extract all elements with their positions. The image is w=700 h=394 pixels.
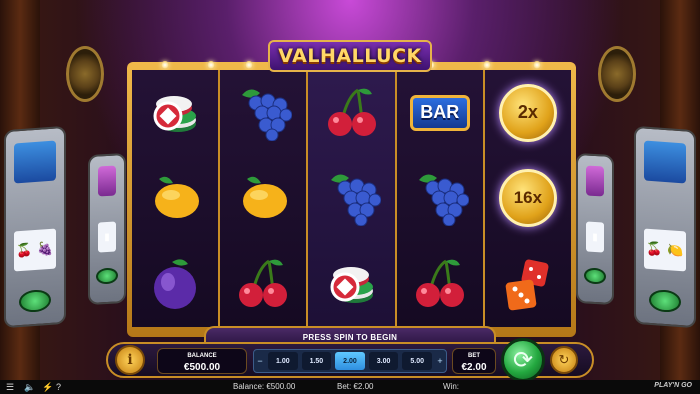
- dice-symbol: [497, 253, 559, 315]
- multiplier-16x-label: 16x: [498, 169, 557, 228]
- bet-option[interactable]: 1.00: [268, 352, 298, 370]
- multiplier-2x-label: 2x: [498, 83, 557, 142]
- game-logo: VALHALLUCK: [268, 40, 432, 72]
- grapes-symbol: [409, 167, 471, 229]
- reel-2: [220, 70, 309, 327]
- bet-option[interactable]: 5.00: [402, 352, 432, 370]
- bet-increase-button[interactable]: +: [434, 350, 446, 372]
- game-scene: 🍒 🍇 ▮ 🍒 🍋 ▮ BAR 2x 16x VALHALLUCK PRESS …: [0, 0, 700, 394]
- side-machine-right-far: ▮: [576, 153, 614, 305]
- spin-button[interactable]: ⟳: [501, 338, 545, 382]
- right-speaker: [598, 46, 636, 102]
- left-speaker: [66, 46, 104, 102]
- bet-value: €2.00: [461, 362, 487, 373]
- status-win: Win:: [443, 382, 459, 391]
- bet-option[interactable]: 3.00: [368, 352, 399, 370]
- spin-arrows-icon: ⟳: [512, 346, 534, 374]
- autoplay-icon: ↻: [558, 352, 570, 367]
- side-machine-left-near: 🍒 🍇: [4, 125, 66, 329]
- reel-5: 2x 16x: [484, 70, 572, 327]
- cherries-symbol: [232, 253, 294, 315]
- menu-icon[interactable]: ☰: [6, 382, 14, 393]
- bar-label: BAR: [409, 94, 470, 131]
- info-button[interactable]: i: [115, 345, 145, 375]
- bet-option-selected[interactable]: 2.00: [335, 352, 365, 370]
- reel-3: [308, 70, 397, 327]
- grapes-symbol: [321, 167, 383, 229]
- bet-option[interactable]: 1.50: [301, 352, 332, 370]
- cherries-symbol: [409, 253, 471, 315]
- provider-logo: PLAY'N GO: [654, 382, 692, 389]
- side-machine-right-near: 🍒 🍋: [634, 125, 696, 329]
- autoplay-button[interactable]: ↻: [550, 346, 578, 374]
- cherries-symbol: [321, 82, 383, 144]
- plum-symbol: [144, 253, 206, 315]
- side-machine-left-far: ▮: [88, 153, 126, 305]
- status-balance: Balance: €500.00: [233, 382, 296, 391]
- grapes-symbol: [232, 82, 294, 144]
- balance-label: BALANCE: [187, 353, 217, 359]
- turbo-icon[interactable]: ⚡: [42, 382, 53, 393]
- help-icon[interactable]: ?: [56, 382, 61, 392]
- bar-symbol: BAR: [409, 82, 471, 144]
- bet-label: BET: [468, 353, 480, 359]
- casino-chips-symbol: [321, 253, 383, 315]
- info-icon: i: [127, 352, 133, 368]
- bet-decrease-button[interactable]: −: [254, 350, 266, 372]
- multiplier-coin-16x: 16x: [497, 167, 559, 229]
- bet-display: BET €2.00: [452, 348, 496, 374]
- status-bar: ☰ 🔈 ⚡ ? Balance: €500.00 Bet: €2.00 Win:…: [0, 380, 700, 394]
- balance-value: €500.00: [183, 362, 221, 373]
- sound-icon[interactable]: 🔈: [24, 382, 35, 393]
- reel-1: [132, 70, 221, 327]
- balance-display: BALANCE €500.00: [157, 348, 247, 374]
- lemon-symbol: [232, 167, 294, 229]
- reel-4: BAR: [396, 70, 485, 327]
- casino-chips-symbol: [144, 82, 206, 144]
- lemon-symbol: [144, 167, 206, 229]
- multiplier-coin-2x: 2x: [497, 82, 559, 144]
- status-bet: Bet: €2.00: [337, 382, 374, 391]
- reel-frame: BAR 2x 16x: [127, 61, 576, 337]
- reel-area: BAR 2x 16x: [132, 70, 572, 327]
- bet-selector: − 1.00 1.50 2.00 3.00 5.00 +: [253, 349, 447, 373]
